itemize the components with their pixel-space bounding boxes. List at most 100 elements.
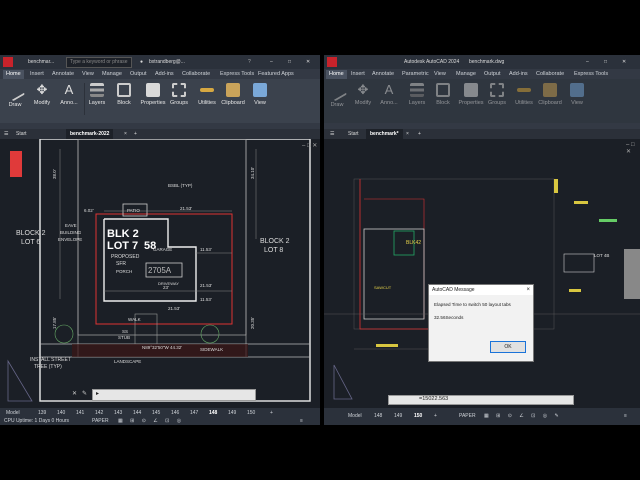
annotation-button[interactable]: A Anno... — [58, 81, 80, 117]
view-button-right[interactable]: View — [566, 81, 588, 117]
layout-tab-148-right[interactable]: 148 — [374, 413, 382, 419]
tab-output-right[interactable]: Output — [484, 71, 501, 77]
tab-benchmark[interactable]: benchmark* — [366, 129, 403, 139]
groups-button-right[interactable]: Groups — [486, 81, 508, 117]
modify-button[interactable]: ✥ Modify — [31, 81, 53, 117]
tab-view-right[interactable]: View — [434, 71, 446, 77]
tab-close-icon[interactable]: × — [124, 131, 127, 137]
tab-close-icon-right[interactable]: × — [406, 131, 409, 137]
modify-button-right[interactable]: ✥ Modify — [352, 81, 374, 117]
clipboard-button-right[interactable]: Clipboard — [538, 81, 562, 117]
tab-start[interactable]: Start — [16, 131, 27, 137]
menu-icon-right[interactable]: ☰ — [330, 131, 334, 137]
tab-featured-apps[interactable]: Featured Apps — [258, 71, 294, 77]
tab-manage[interactable]: Manage — [102, 71, 122, 77]
title-tab[interactable]: benchmar... — [28, 59, 54, 65]
tab-home-right[interactable]: Home — [326, 70, 347, 79]
annotation-button-right[interactable]: A Anno... — [378, 81, 400, 117]
new-tab-button[interactable]: + — [134, 131, 137, 137]
envelope-label: ENVELOPE — [58, 237, 82, 242]
user-name[interactable]: bxtrandberg@... — [149, 59, 185, 65]
paper-toggle[interactable]: PAPER — [92, 418, 109, 424]
app-logo-icon-right[interactable] — [327, 57, 337, 67]
tab-insert-right[interactable]: Insert — [351, 71, 365, 77]
paper-toggle-right[interactable]: PAPER — [459, 413, 476, 419]
layout-tab-model-right[interactable]: Model — [348, 413, 362, 419]
tab-output[interactable]: Output — [130, 71, 147, 77]
command-line[interactable]: ▸ — [92, 389, 256, 401]
tab-express-tools[interactable]: Express Tools — [220, 71, 254, 77]
tab-collaborate-right[interactable]: Collaborate — [536, 71, 564, 77]
layout-tab-139[interactable]: 139 — [38, 410, 46, 416]
minimize-icon[interactable]: – — [270, 59, 273, 65]
viewport-controls-icon-right[interactable]: – □ ✕ — [626, 142, 640, 155]
layout-tab-144[interactable]: 144 — [133, 410, 141, 416]
tab-annotate[interactable]: Annotate — [52, 71, 74, 77]
layout-tab-143[interactable]: 143 — [114, 410, 122, 416]
view-button[interactable]: View — [249, 81, 271, 117]
block-button-right[interactable]: Block — [432, 81, 454, 117]
app-logo-icon[interactable] — [3, 57, 13, 67]
add-layout-icon[interactable]: + — [270, 410, 273, 416]
layout-tab-140[interactable]: 140 — [57, 410, 65, 416]
layout-tab-147[interactable]: 147 — [190, 410, 198, 416]
tab-annotate-right[interactable]: Annotate — [372, 71, 394, 77]
new-tab-button-right[interactable]: + — [418, 131, 421, 137]
ok-button[interactable]: OK — [490, 341, 526, 353]
utilities-button-right[interactable]: Utilities — [512, 81, 536, 117]
close-icon[interactable]: ✕ — [306, 59, 310, 65]
viewport-controls-icon[interactable]: – □ ✕ — [302, 142, 317, 149]
maximize-icon[interactable]: □ — [288, 59, 291, 65]
layout-tab-142[interactable]: 142 — [95, 410, 103, 416]
help-icon[interactable]: ? — [248, 59, 251, 65]
layout-tab-148-current[interactable]: 148 — [209, 410, 217, 416]
status-icons-right[interactable]: ▦ ⊞ ⊙ ∠ ⊡ ◎ ✎ — [484, 413, 562, 419]
menu-icon[interactable]: ☰ — [4, 131, 8, 137]
user-icon[interactable]: ● — [140, 59, 143, 65]
close-icon-right[interactable]: ✕ — [622, 59, 626, 65]
draw-button[interactable]: Draw — [4, 80, 26, 117]
tab-addins[interactable]: Add-ins — [155, 71, 174, 77]
tab-manage-right[interactable]: Manage — [456, 71, 476, 77]
layout-tab-149[interactable]: 149 — [228, 410, 236, 416]
tab-parametric-right[interactable]: Parametric — [402, 71, 429, 77]
minimize-icon-right[interactable]: – — [586, 59, 589, 65]
layout-tab-150[interactable]: 150 — [247, 410, 255, 416]
layout-tab-141[interactable]: 141 — [76, 410, 84, 416]
layout-tab-146[interactable]: 146 — [171, 410, 179, 416]
command-line-right[interactable]: =15022.563 — [388, 395, 574, 405]
drawing-canvas[interactable]: BLK 2 LOT 7 58 PROPOSED SFR GARAGE 2705A… — [0, 139, 320, 408]
clipboard-button[interactable]: Clipboard — [221, 81, 245, 117]
dialog-close-icon[interactable]: × — [526, 285, 530, 295]
drawing-canvas-right[interactable]: BLK42 LOT 4B SAWCUT AutoCAD Message × El… — [324, 139, 640, 408]
utilities-button[interactable]: Utilities — [195, 81, 219, 117]
maximize-icon-right[interactable]: □ — [604, 59, 607, 65]
layout-tab-145[interactable]: 145 — [152, 410, 160, 416]
tab-view[interactable]: View — [82, 71, 94, 77]
menu-icon-status[interactable]: ≡ — [300, 418, 303, 424]
tab-benchmark-2022[interactable]: benchmark-2022 — [66, 129, 114, 139]
menu-icon-status-right[interactable]: ≡ — [624, 413, 627, 419]
layout-tab-150-current[interactable]: 150 — [414, 413, 422, 419]
status-icons[interactable]: ▦ ⊞ ⊙ ∠ ⊡ ◎ — [118, 418, 184, 424]
layout-tab-model[interactable]: Model — [6, 410, 20, 416]
draw-button-right[interactable]: Draw — [326, 80, 348, 117]
tab-addins-right[interactable]: Add-ins — [509, 71, 528, 77]
layout-tab-149-right[interactable]: 149 — [394, 413, 402, 419]
layers-button[interactable]: Layers — [86, 81, 108, 117]
autocad-message-dialog: AutoCAD Message × Elapsed Time to switch… — [428, 284, 534, 362]
block-button[interactable]: Block — [113, 81, 135, 117]
tab-home[interactable]: Home — [3, 70, 24, 79]
add-layout-icon-right[interactable]: + — [434, 413, 437, 419]
tab-insert[interactable]: Insert — [30, 71, 44, 77]
properties-button-right[interactable]: Properties — [458, 81, 484, 117]
close-command-icon[interactable]: ✕ — [72, 390, 77, 397]
search-input[interactable]: Type a keyword or phrase — [70, 59, 128, 65]
groups-button[interactable]: Groups — [168, 81, 190, 117]
tab-collaborate[interactable]: Collaborate — [182, 71, 210, 77]
tab-express-tools-right[interactable]: Express Tools — [574, 71, 608, 77]
layers-button-right[interactable]: Layers — [406, 81, 428, 117]
wrench-icon[interactable]: ✎ — [82, 390, 87, 397]
tab-start-right[interactable]: Start — [348, 131, 359, 137]
properties-button[interactable]: Properties — [140, 81, 166, 117]
